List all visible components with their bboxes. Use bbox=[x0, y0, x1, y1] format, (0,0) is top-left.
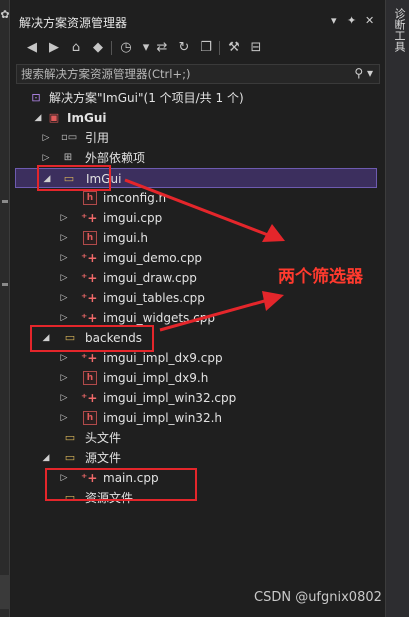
annotation-arrow bbox=[159, 298, 269, 332]
annotation-arrows bbox=[124, 178, 285, 332]
annotation-arrowhead bbox=[262, 291, 284, 311]
annotation-arrow bbox=[124, 178, 269, 237]
annotation-label: 两个筛选器 bbox=[278, 267, 363, 287]
watermark: CSDN @ufgnix0802 bbox=[254, 590, 382, 605]
